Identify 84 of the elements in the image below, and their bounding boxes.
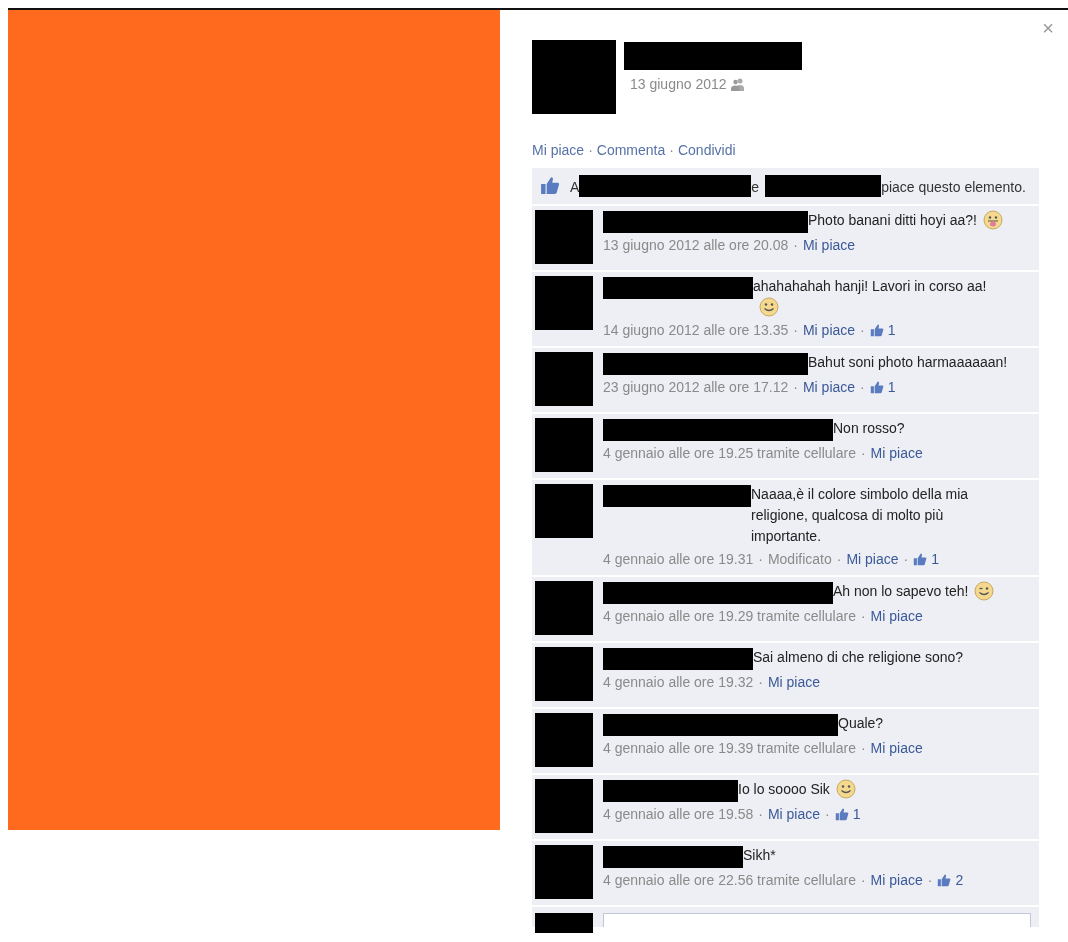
- separator-dot: ·: [860, 739, 866, 758]
- like-count: 2: [955, 871, 964, 890]
- like-link[interactable]: Mi piace: [767, 672, 821, 692]
- comment-time: 4 gennaio alle ore 22.56 tramite cellulare: [603, 871, 856, 890]
- like-link[interactable]: Mi piace: [870, 870, 923, 890]
- separator-dot: ·: [825, 805, 830, 824]
- comment-text: Naaaa,è il colore simbolo della mia religione, qualcosa di molto più importante.: [751, 486, 969, 544]
- comment-input-field[interactable]: [603, 913, 1031, 927]
- comment-time: 4 gennaio alle ore 19.39 tramite cellulare: [603, 739, 856, 758]
- separator-dot: ·: [836, 550, 842, 569]
- comment-text: Sai almeno di che religione sono?: [753, 649, 964, 665]
- tongue-emoji-icon: [982, 210, 1003, 230]
- separator-dot: ·: [758, 673, 763, 692]
- edited-label: Modificato: [767, 550, 832, 569]
- comment-time: 4 gennaio alle ore 19.32: [603, 673, 754, 692]
- thumbs-up-icon: [834, 807, 849, 821]
- redacted-avatar: [535, 713, 593, 767]
- action-link[interactable]: Commenta: [596, 142, 666, 158]
- like-count: 1: [931, 550, 939, 569]
- separator-dot: ·: [860, 607, 866, 626]
- redacted-avatar: [535, 484, 593, 538]
- redacted-avatar: [535, 581, 593, 635]
- like-link[interactable]: Mi piace: [802, 320, 856, 340]
- separator-dot: ·: [758, 805, 763, 824]
- thumbs-up-icon: [540, 175, 560, 195]
- comment-time: 4 gennaio alle ore 19.58: [603, 805, 754, 824]
- redacted-avatar: [535, 779, 593, 833]
- comment-time: 4 gennaio alle ore 19.31: [603, 550, 754, 569]
- separator-dot: ·: [793, 236, 798, 255]
- comment-text: Non rosso?: [833, 420, 905, 436]
- wink-emoji-icon: [974, 581, 995, 601]
- comment-text: Quale?: [838, 715, 884, 731]
- thumbs-up-icon: [869, 323, 884, 337]
- separator-dot: ·: [758, 550, 763, 569]
- comment-text: Io lo soooo Sik: [738, 781, 830, 797]
- smiley-icon: [759, 297, 779, 317]
- action-link[interactable]: Condividi: [677, 142, 736, 158]
- likes-text: piace questo elemento.: [881, 179, 1026, 195]
- comment-time: 4 gennaio alle ore 19.29 tramite cellulare: [603, 607, 856, 626]
- separator-dot: ·: [793, 378, 798, 397]
- comment-text: Ah non lo sapevo teh!: [833, 583, 969, 599]
- action-link[interactable]: Mi piace: [532, 142, 585, 158]
- comment-text: Photo banani ditti hoyi aa?!: [808, 212, 977, 228]
- thumbs-up-icon: [937, 873, 952, 887]
- separator-dot: ·: [860, 378, 865, 397]
- comment-text: Sikh*: [743, 847, 776, 863]
- separator-dot: ·: [860, 444, 866, 463]
- thumbs-up-icon: [913, 552, 928, 566]
- like-link[interactable]: Mi piace: [767, 804, 821, 824]
- separator-dot: ·: [669, 142, 674, 158]
- redacted-avatar: [535, 418, 593, 472]
- likes-text: A: [570, 179, 580, 195]
- like-link[interactable]: Mi piace: [802, 377, 856, 397]
- comment-text: Bahut soni photo harmaaaaaan!: [808, 354, 1008, 370]
- comment-time: 13 giugno 2012 alle ore 20.08: [603, 236, 789, 255]
- separator-dot: ·: [793, 321, 798, 340]
- separator-dot: ·: [588, 142, 593, 158]
- likes-text: e: [751, 179, 760, 195]
- redacted-avatar: [535, 913, 593, 933]
- post-date: 13 giugno 2012: [630, 76, 727, 92]
- redacted-avatar: [535, 210, 593, 264]
- like-link[interactable]: Mi piace: [846, 549, 899, 569]
- thumbs-up-icon: [869, 380, 884, 394]
- like-link[interactable]: Mi piace: [802, 235, 856, 255]
- like-count: 1: [852, 805, 861, 824]
- smiley-icon: [835, 779, 856, 799]
- comment-time: 4 gennaio alle ore 19.25 tramite cellulare: [603, 444, 856, 463]
- like-count: 1: [887, 378, 896, 397]
- like-link[interactable]: Mi piace: [870, 738, 923, 758]
- separator-dot: ·: [860, 321, 865, 340]
- separator-dot: ·: [927, 871, 933, 890]
- like-link[interactable]: Mi piace: [870, 443, 923, 463]
- comment-time: 23 giugno 2012 alle ore 17.12: [603, 378, 789, 397]
- redacted-avatar: [535, 352, 593, 406]
- separator-dot: ·: [903, 550, 909, 569]
- redacted-avatar: [535, 276, 593, 330]
- comment-text: ahahahahah hanji! Lavori in corso aa!: [753, 278, 987, 294]
- redacted-avatar: [535, 845, 593, 899]
- separator-dot: ·: [860, 871, 866, 890]
- like-count: 1: [887, 321, 896, 340]
- people-icon: [730, 77, 745, 91]
- comment-time: 14 giugno 2012 alle ore 13.35: [603, 321, 789, 340]
- like-link[interactable]: Mi piace: [870, 606, 923, 626]
- redacted-avatar: [535, 647, 593, 701]
